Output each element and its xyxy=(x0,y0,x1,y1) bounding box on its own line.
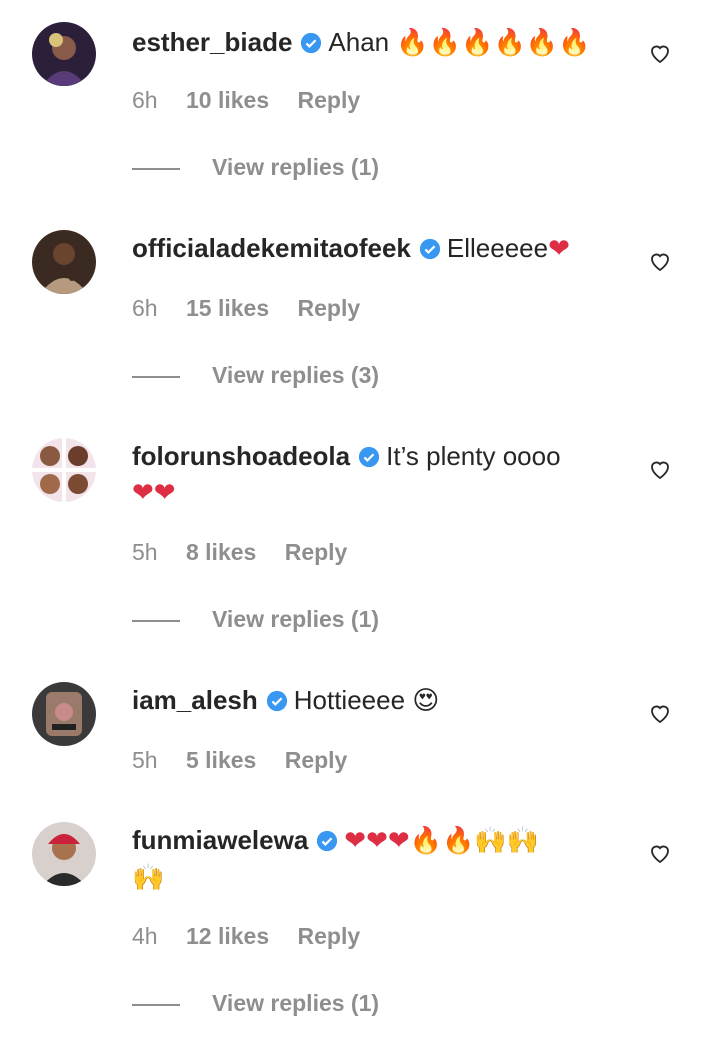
avatar[interactable] xyxy=(32,682,96,746)
likes-count[interactable]: 15 likes xyxy=(186,295,269,321)
divider xyxy=(132,619,180,622)
comment-text: Hottieeee xyxy=(293,685,406,715)
avatar[interactable] xyxy=(32,230,96,294)
likes-count[interactable]: 12 likes xyxy=(186,923,269,949)
reply-button[interactable]: Reply xyxy=(285,747,348,773)
view-replies-label: View replies (1) xyxy=(212,606,380,632)
comment-time: 6h xyxy=(132,87,158,113)
divider xyxy=(132,375,180,378)
heart-outline-icon[interactable] xyxy=(648,457,672,481)
heart-outline-icon[interactable] xyxy=(648,41,672,65)
avatar[interactable] xyxy=(32,22,96,86)
verified-badge-icon xyxy=(359,446,380,468)
comment-text: It’s plenty oooo xyxy=(386,441,561,471)
verified-badge-icon xyxy=(266,690,287,712)
view-replies-button[interactable]: View replies (1) xyxy=(132,605,379,633)
comment-time: 4h xyxy=(132,923,158,949)
comment-emoji: ❤ xyxy=(548,234,570,264)
reply-button[interactable]: Reply xyxy=(285,539,348,565)
divider xyxy=(132,167,180,170)
view-replies-label: View replies (1) xyxy=(212,154,380,180)
username[interactable]: officialadekemitaofeek xyxy=(132,233,411,263)
comment-time: 5h xyxy=(132,747,158,773)
comment-emoji: 🙌 xyxy=(132,863,165,893)
username[interactable]: funmiawelewa xyxy=(132,825,308,855)
view-replies-button[interactable]: View replies (1) xyxy=(132,989,379,1017)
view-replies-label: View replies (3) xyxy=(212,362,380,388)
comment-emoji: 😍 xyxy=(412,686,440,716)
view-replies-button[interactable]: View replies (3) xyxy=(132,361,379,389)
heart-outline-icon[interactable] xyxy=(648,841,672,865)
username[interactable]: esther_biade xyxy=(132,27,292,57)
likes-count[interactable]: 8 likes xyxy=(186,539,256,565)
comment-emoji: ❤❤❤🔥🔥🙌🙌 xyxy=(344,826,540,856)
comment-emoji: 🔥🔥🔥🔥🔥🔥 xyxy=(396,28,591,58)
comment-text: Elleeeee xyxy=(446,233,549,263)
username[interactable]: iam_alesh xyxy=(132,685,258,715)
reply-button[interactable]: Reply xyxy=(298,87,361,113)
comment-time: 6h xyxy=(132,295,158,321)
verified-badge-icon xyxy=(317,830,338,852)
reply-button[interactable]: Reply xyxy=(298,923,361,949)
avatar[interactable] xyxy=(32,438,96,502)
verified-badge-icon xyxy=(301,32,322,54)
divider xyxy=(132,1003,180,1006)
verified-badge-icon xyxy=(419,238,440,260)
comment-emoji: ❤❤ xyxy=(132,478,176,508)
heart-outline-icon[interactable] xyxy=(648,249,672,273)
likes-count[interactable]: 10 likes xyxy=(186,87,269,113)
avatar[interactable] xyxy=(32,822,96,886)
comment-text: Ahan xyxy=(328,27,390,57)
heart-outline-icon[interactable] xyxy=(648,701,672,725)
view-replies-button[interactable]: View replies (1) xyxy=(132,153,379,181)
reply-button[interactable]: Reply xyxy=(298,295,361,321)
likes-count[interactable]: 5 likes xyxy=(186,747,256,773)
comment-time: 5h xyxy=(132,539,158,565)
username[interactable]: folorunshoadeola xyxy=(132,441,350,471)
view-replies-label: View replies (1) xyxy=(212,990,380,1016)
